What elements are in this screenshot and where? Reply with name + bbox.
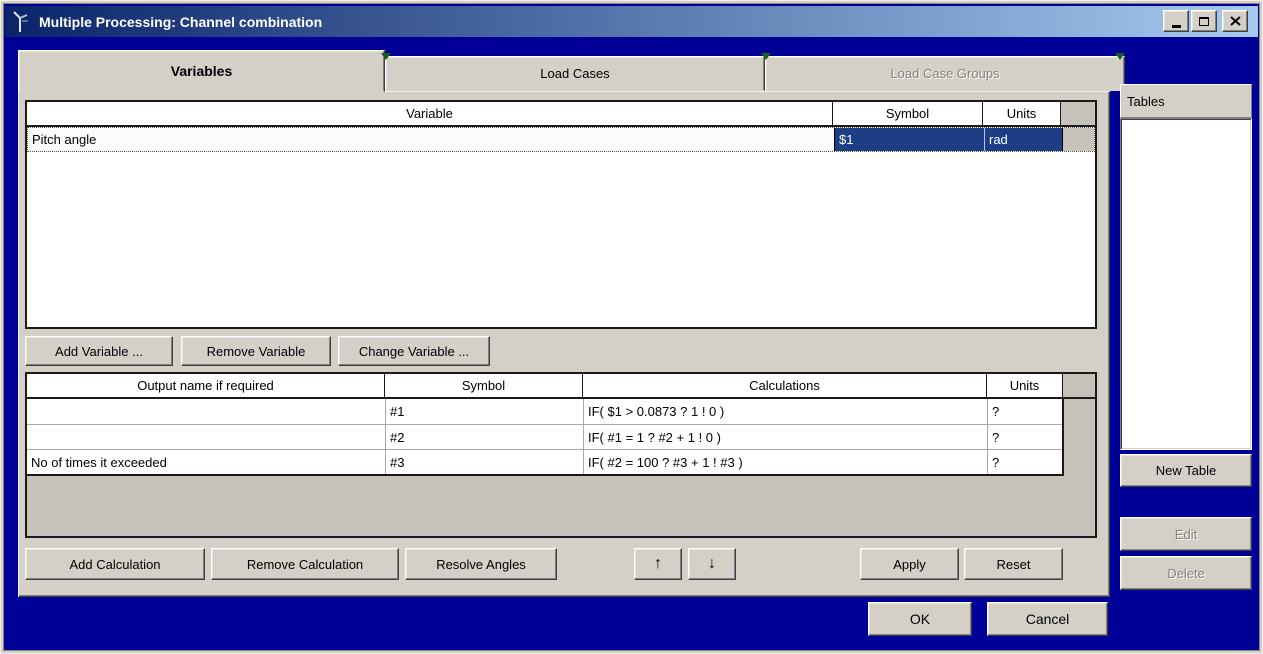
cell-filler bbox=[1062, 128, 1094, 151]
cell-symbol[interactable]: $1 bbox=[834, 128, 984, 151]
cancel-button[interactable]: Cancel bbox=[987, 602, 1108, 636]
cell-variable[interactable]: Pitch angle bbox=[28, 128, 834, 151]
tab-load-case-groups: Load Case Groups bbox=[765, 56, 1125, 91]
variables-table: Variable Symbol Units Pitch angle $1 rad bbox=[25, 100, 1097, 329]
new-table-button[interactable]: New Table bbox=[1120, 454, 1252, 487]
cell-symbol[interactable]: #2 bbox=[385, 425, 583, 449]
window-controls bbox=[1163, 10, 1248, 32]
calculations-table-body: #1 IF( $1 > 0.0873 ? 1 ! 0 ) ? #2 IF( #1… bbox=[27, 399, 1064, 476]
column-header-output-name: Output name if required bbox=[27, 374, 385, 397]
edit-table-button: Edit bbox=[1120, 517, 1252, 551]
dialog-window: Multiple Processing: Channel combination… bbox=[0, 0, 1263, 654]
close-button[interactable] bbox=[1222, 10, 1248, 32]
column-header-variable: Variable bbox=[27, 102, 833, 125]
cell-units[interactable]: ? bbox=[987, 425, 1062, 449]
cell-output-name[interactable] bbox=[27, 399, 385, 424]
delete-table-button: Delete bbox=[1120, 556, 1252, 590]
calculations-table: Output name if required Symbol Calculati… bbox=[25, 372, 1097, 538]
variables-tab-page: Variable Symbol Units Pitch angle $1 rad… bbox=[18, 91, 1110, 597]
cell-calculation[interactable]: IF( #1 = 1 ? #2 + 1 ! 0 ) bbox=[583, 425, 987, 449]
close-icon bbox=[1230, 16, 1241, 26]
tables-listbox[interactable] bbox=[1120, 118, 1252, 450]
maximize-button[interactable] bbox=[1191, 10, 1217, 32]
calculations-table-header: Output name if required Symbol Calculati… bbox=[27, 374, 1095, 399]
maximize-icon bbox=[1199, 17, 1209, 26]
cell-calculation[interactable]: IF( #2 = 100 ? #3 + 1 ! #3 ) bbox=[583, 450, 987, 474]
cell-units[interactable]: rad bbox=[984, 128, 1062, 151]
column-header-calculations: Calculations bbox=[583, 374, 987, 397]
table-row[interactable]: Pitch angle $1 rad bbox=[27, 127, 1095, 152]
app-icon bbox=[11, 10, 31, 34]
tables-panel-title: Tables bbox=[1120, 84, 1252, 118]
reset-button[interactable]: Reset bbox=[964, 548, 1063, 580]
cell-symbol[interactable]: #1 bbox=[385, 399, 583, 424]
cell-output-name[interactable]: No of times it exceeded bbox=[27, 450, 385, 474]
column-header-symbol: Symbol bbox=[833, 102, 983, 125]
table-row[interactable]: #1 IF( $1 > 0.0873 ? 1 ! 0 ) ? bbox=[27, 399, 1062, 424]
cell-output-name[interactable] bbox=[27, 425, 385, 449]
column-header-filler bbox=[1061, 102, 1095, 125]
table-row[interactable]: #2 IF( #1 = 1 ? #2 + 1 ! 0 ) ? bbox=[27, 424, 1062, 449]
remove-calculation-button[interactable]: Remove Calculation bbox=[211, 548, 399, 580]
add-variable-button[interactable]: Add Variable ... bbox=[25, 336, 173, 366]
remove-variable-button[interactable]: Remove Variable bbox=[181, 336, 331, 366]
change-variable-button[interactable]: Change Variable ... bbox=[338, 336, 490, 366]
title-bar[interactable]: Multiple Processing: Channel combination bbox=[5, 6, 1258, 37]
cell-units[interactable]: ? bbox=[987, 399, 1062, 424]
tab-load-cases[interactable]: Load Cases bbox=[385, 56, 765, 91]
cell-units[interactable]: ? bbox=[987, 450, 1062, 474]
window-title: Multiple Processing: Channel combination bbox=[39, 14, 322, 30]
column-header-units: Units bbox=[987, 374, 1063, 397]
column-header-filler bbox=[1063, 374, 1095, 397]
up-arrow-icon: ↑ bbox=[654, 555, 662, 573]
tab-variables[interactable]: Variables bbox=[18, 50, 385, 92]
variables-table-header: Variable Symbol Units bbox=[27, 102, 1095, 127]
move-up-button[interactable]: ↑ bbox=[634, 548, 682, 580]
minimize-icon bbox=[1172, 25, 1181, 28]
resolve-angles-button[interactable]: Resolve Angles bbox=[405, 548, 557, 580]
column-header-units: Units bbox=[983, 102, 1061, 125]
cell-symbol[interactable]: #3 bbox=[385, 450, 583, 474]
table-row[interactable]: No of times it exceeded #3 IF( #2 = 100 … bbox=[27, 449, 1062, 474]
down-arrow-icon: ↓ bbox=[708, 555, 716, 573]
minimize-button[interactable] bbox=[1163, 10, 1189, 32]
ok-button[interactable]: OK bbox=[868, 602, 972, 636]
move-down-button[interactable]: ↓ bbox=[688, 548, 736, 580]
column-header-symbol: Symbol bbox=[385, 374, 583, 397]
add-calculation-button[interactable]: Add Calculation bbox=[25, 548, 205, 580]
apply-button[interactable]: Apply bbox=[860, 548, 959, 580]
cell-calculation[interactable]: IF( $1 > 0.0873 ? 1 ! 0 ) bbox=[583, 399, 987, 424]
